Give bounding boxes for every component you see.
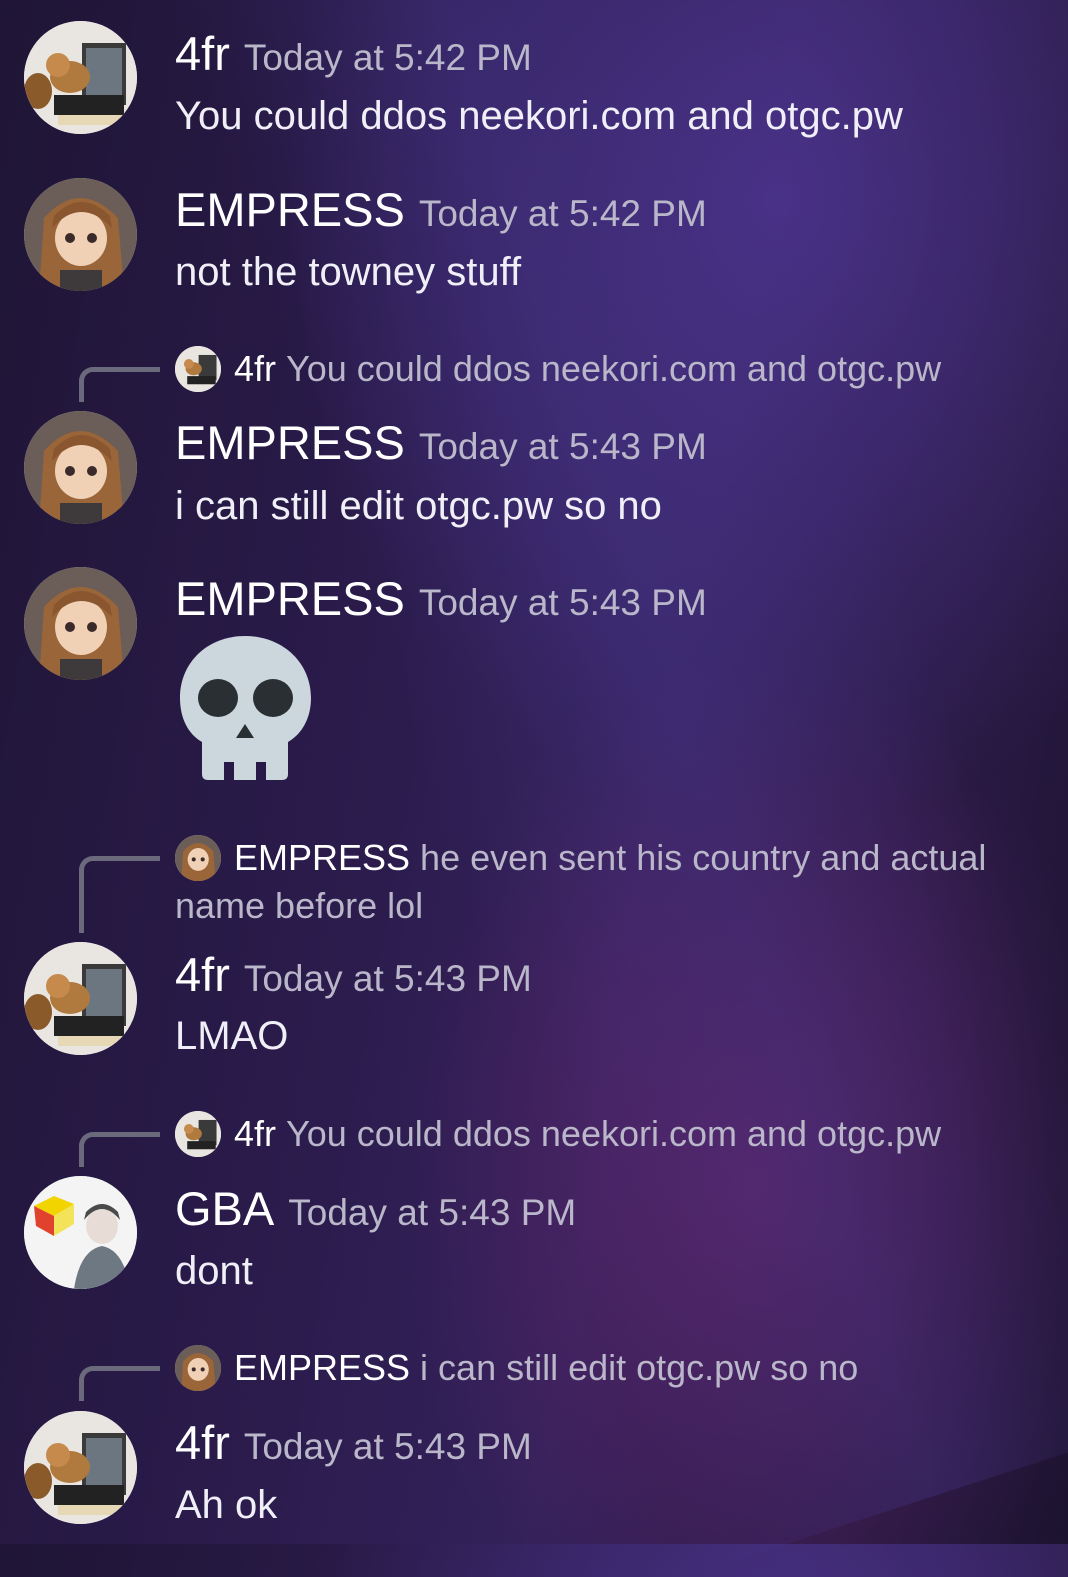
- avatar-4fr[interactable]: [24, 942, 137, 1055]
- message-feed: 4fr Today at 5:42 PM You could ddos neeko…: [0, 0, 1068, 1544]
- message-author[interactable]: 4fr Today at 5:43 PM: [175, 947, 532, 1007]
- reply-connector: [79, 856, 160, 933]
- message-text: LMAO: [175, 1014, 289, 1058]
- reply-snippet: You could ddos neekori.com and otgc.pw: [286, 348, 942, 389]
- reply-author: 4fr: [234, 348, 277, 389]
- message-timestamp: Today at 5:43 PM: [288, 1192, 577, 1233]
- message-timestamp: Today at 5:43 PM: [243, 1426, 532, 1467]
- reply-connector: [79, 1366, 160, 1401]
- skull-emoji: [180, 636, 311, 780]
- reply-avatar-4fr: [175, 1111, 221, 1157]
- avatar-empress[interactable]: [24, 178, 137, 291]
- avatar-gba[interactable]: [24, 1176, 137, 1289]
- message-author[interactable]: EMPRESS Today at 5:43 PM: [175, 415, 707, 475]
- avatar-empress[interactable]: [24, 411, 137, 524]
- reply-author: EMPRESS: [234, 837, 411, 878]
- message-timestamp: Today at 5:43 PM: [418, 426, 707, 467]
- reply-connector: [79, 367, 160, 402]
- reply-author: EMPRESS: [234, 1347, 411, 1388]
- reply-snippet: i can still edit otgc.pw so no: [420, 1347, 859, 1388]
- reply-author: 4fr: [234, 1113, 277, 1154]
- avatar-empress[interactable]: [24, 567, 137, 680]
- message-author[interactable]: GBA Today at 5:43 PM: [175, 1181, 576, 1241]
- reply-snippet: You could ddos neekori.com and otgc.pw: [286, 1113, 942, 1154]
- reply-preview: EMPRESS i can still edit otgc.pw so no: [234, 1344, 1034, 1392]
- message-timestamp: Today at 5:42 PM: [418, 193, 707, 234]
- reply-connector: [79, 1132, 160, 1167]
- message-timestamp: Today at 5:43 PM: [418, 582, 707, 623]
- avatar-4fr[interactable]: [24, 21, 137, 134]
- message-author[interactable]: EMPRESS Today at 5:43 PM: [175, 571, 707, 631]
- message-text: i can still edit otgc.pw so no: [175, 484, 662, 528]
- message-author[interactable]: 4fr Today at 5:43 PM: [175, 1415, 532, 1475]
- reply-preview: 4fr You could ddos neekori.com and otgc.p…: [234, 345, 1034, 393]
- reply-avatar-4fr: [175, 346, 221, 392]
- message-author[interactable]: 4fr Today at 5:42 PM: [175, 26, 532, 86]
- message-author[interactable]: EMPRESS Today at 5:42 PM: [175, 182, 707, 242]
- message-text: Ah ok: [175, 1483, 278, 1527]
- message-text: dont: [175, 1249, 253, 1293]
- message-timestamp: Today at 5:42 PM: [243, 37, 532, 78]
- avatar-4fr[interactable]: [24, 1411, 137, 1524]
- message-text: You could ddos neekori.com and otgc.pw: [175, 94, 903, 138]
- message-text: not the towney stuff: [175, 250, 522, 294]
- reply-preview: 4fr You could ddos neekori.com and otgc.p…: [234, 1110, 1034, 1158]
- reply-preview: EMPRESS he even sent his country and actu…: [175, 834, 1035, 930]
- reply-avatar-empress: [175, 1345, 221, 1391]
- message-timestamp: Today at 5:43 PM: [243, 958, 532, 999]
